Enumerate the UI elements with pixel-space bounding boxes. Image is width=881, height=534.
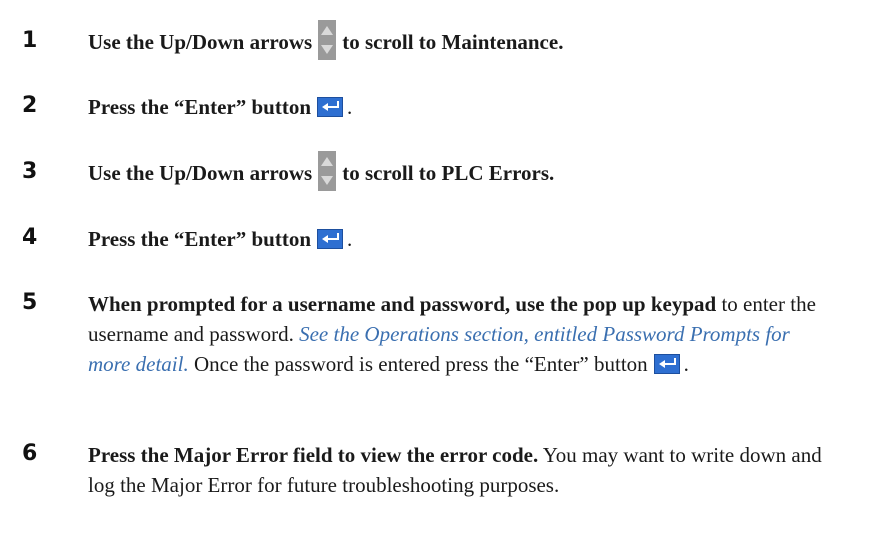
step-number: 3: [22, 159, 38, 184]
up-down-arrows-icon: [318, 20, 337, 61]
step-instruction-continued: to scroll to Maintenance.: [342, 30, 564, 54]
step-number: 1: [22, 28, 38, 53]
step-text: Press the “Enter” button.: [88, 224, 828, 254]
enter-icon: [653, 354, 680, 375]
period: .: [347, 227, 353, 251]
step-number: 6: [22, 441, 38, 466]
step-instruction-continued: to scroll to PLC Errors.: [342, 161, 555, 185]
step-text: Press the “Enter” button.: [88, 92, 828, 122]
step-number: 4: [22, 225, 38, 250]
step-instruction: Press the “Enter” button: [88, 227, 312, 251]
step-instruction: Press the Major Error field to view the …: [88, 443, 539, 467]
up-down-arrows-icon: [318, 151, 337, 192]
step-instruction: Use the Up/Down arrows: [88, 161, 313, 185]
step-instruction: When prompted for a username and passwor…: [88, 292, 717, 316]
enter-icon: [317, 97, 344, 118]
step-text: Use the Up/Down arrows to scroll to PLC E…: [88, 151, 828, 192]
step-text: Use the Up/Down arrows to scroll to Maint…: [88, 20, 828, 61]
step-instruction: Use the Up/Down arrows: [88, 30, 313, 54]
step-instruction: Press the “Enter” button: [88, 95, 312, 119]
step-text: When prompted for a username and passwor…: [88, 289, 828, 379]
step-number: 5: [22, 290, 38, 315]
step-body-text-continued: Once the password is entered press the “…: [193, 352, 648, 376]
step-number: 2: [22, 93, 38, 118]
step-text: Press the Major Error field to view the …: [88, 440, 828, 500]
enter-icon: [317, 229, 344, 250]
period: .: [683, 352, 689, 376]
period: .: [347, 95, 353, 119]
